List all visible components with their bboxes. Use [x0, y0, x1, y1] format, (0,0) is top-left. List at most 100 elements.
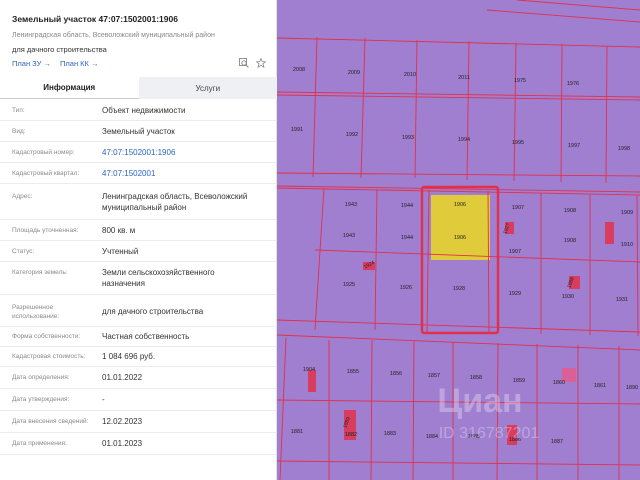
info-panel: Земельный участок 47:07:1502001:1906 Лен… — [0, 0, 277, 480]
info-value: 800 кв. м — [102, 226, 136, 235]
info-label: Разрешенное — [12, 304, 54, 311]
info-label: Площадь уточненная: — [12, 227, 79, 234]
info-row-application-date: Дата применения: 01.01.2023 — [0, 433, 277, 455]
info-label: Кадастровый квартал: — [12, 170, 80, 177]
parcel-title: Земельный участок 47:07:1502001:1906 — [12, 14, 178, 24]
parcel-number-label: 1997 — [568, 143, 580, 149]
info-value: - — [102, 395, 105, 404]
info-value: 1 084 696 руб. — [102, 352, 156, 361]
info-row-kind: Вид: Земельный участок — [0, 121, 277, 142]
info-label: Дата определения: — [12, 374, 70, 381]
info-label: Адрес: — [12, 193, 33, 200]
info-label: Категория земель: — [12, 269, 68, 276]
info-label: Статус: — [12, 248, 35, 255]
parcel-number-label: 1994 — [458, 137, 470, 143]
parcel-number-label: 1883 — [384, 431, 396, 437]
plan-kk-link[interactable]: План КК → — [60, 59, 99, 68]
info-value: 01.01.2022 — [102, 373, 143, 382]
info-row-cadastral-number: Кадастровый номер: 47:07:1502001:1906 — [0, 142, 277, 163]
tab-info[interactable]: Информация — [0, 77, 139, 99]
info-row-entry-date: Дата внесения сведений: 12.02.2023 — [0, 411, 277, 433]
parcel-number-label: 1906 — [454, 235, 466, 241]
info-label: Кадастровый номер: — [12, 149, 75, 156]
parcel-number-label: 1904 — [303, 367, 315, 373]
cadastral-quarter-link[interactable]: 47:07:1502001 — [102, 168, 155, 179]
parcel-number-label: 1928 — [453, 286, 465, 292]
parcel-number-label: 1856 — [390, 371, 402, 377]
parcel-purpose: для дачного строительства — [12, 45, 107, 54]
info-value-cont: муниципальный район — [102, 203, 187, 212]
parcel-number-label: 2010 — [404, 72, 416, 78]
parcel-number-label: 1908 — [564, 238, 576, 244]
tab-bar: Информация Услуги — [0, 77, 277, 99]
lot-marker — [308, 370, 316, 392]
parcel-number-label: 1907 — [512, 205, 524, 211]
info-row-address: Адрес: Ленинградская область, Всеволожск… — [0, 184, 277, 220]
cadastral-map[interactable]: 2008 2009 2010 2011 1975 1976 1991 1992 1993 1994… — [277, 0, 640, 480]
parcel-number-label: 1884 — [426, 434, 438, 440]
parcel-number-label: 1943 — [343, 233, 355, 239]
watermark-id: ID 316787201 — [439, 425, 540, 442]
info-value: Объект недвижимости — [102, 106, 186, 115]
parcel-number-label: 2008 — [293, 67, 305, 73]
star-icon[interactable] — [256, 58, 266, 68]
info-label: Дата утверждения: — [12, 396, 70, 403]
parcel-number-label: 1890 — [626, 385, 638, 391]
info-row-cadastral-value: Кадастровая стоимость: 1 084 696 руб. — [0, 347, 277, 367]
parcel-number-label: 1993 — [402, 135, 414, 141]
info-row-type: Тип: Объект недвижимости — [0, 100, 277, 121]
parcel-number-label: 1925 — [343, 282, 355, 288]
info-label: Дата применения: — [12, 440, 67, 447]
info-row-permitted-use: Разрешенное использование: для дачного с… — [0, 295, 277, 327]
zoom-to-icon[interactable] — [239, 58, 249, 68]
parcel-number-label: 1909 — [621, 210, 633, 216]
parcel-number-label: 1929 — [509, 291, 521, 297]
parcel-number-label: 1858 — [470, 375, 482, 381]
info-label-cont: использование: — [12, 313, 60, 320]
parcel-number-label: 1975 — [514, 78, 526, 84]
parcel-number-label: 1861 — [594, 383, 606, 389]
info-value: 12.02.2023 — [102, 417, 143, 426]
info-row-determination-date: Дата определения: 01.01.2022 — [0, 367, 277, 389]
info-label: Тип: — [12, 107, 25, 114]
parcel-number-label: 2011 — [458, 75, 470, 81]
info-row-area: Площадь уточненная: 800 кв. м — [0, 220, 277, 241]
info-value: Земли сельскохозяйственного — [102, 268, 215, 277]
parcel-number-label: 1908 — [564, 208, 576, 214]
parcel-number-label: 2009 — [348, 70, 360, 76]
parcel-number-label: 1991 — [291, 127, 303, 133]
info-value: Ленинградская область, Всеволожский — [102, 192, 248, 201]
info-row-land-category: Категория земель: Земли сельскохозяйстве… — [0, 262, 277, 295]
parcel-number-label: 1943 — [345, 202, 357, 208]
parcel-number-label: 1976 — [567, 81, 579, 87]
info-row-ownership: Форма собственности: Частная собственнос… — [0, 327, 277, 347]
info-row-approval-date: Дата утверждения: - — [0, 389, 277, 411]
info-value: Учтенный — [102, 247, 139, 256]
tab-services[interactable]: Услуги — [138, 77, 277, 99]
parcel-number-label: 1857 — [428, 373, 440, 379]
parcel-subtitle: Ленинградская область, Всеволожский муни… — [12, 32, 215, 39]
info-row-cadastral-quarter: Кадастровый квартал: 47:07:1502001 — [0, 163, 277, 184]
info-value: Земельный участок — [102, 127, 175, 136]
parcel-number-label: 1992 — [346, 132, 358, 138]
info-value: 01.01.2023 — [102, 439, 143, 448]
parcel-number-label: 1944 — [401, 235, 413, 241]
lot-marker — [605, 222, 614, 244]
parcel-number-label: 1881 — [291, 429, 303, 435]
info-value-cont: назначения — [102, 279, 145, 288]
info-value: Частная собственность — [102, 332, 190, 341]
parcel-number-label: 1926 — [400, 285, 412, 291]
parcel-number-label: 1944 — [401, 203, 413, 209]
parcel-number-label: 1860 — [553, 380, 565, 386]
cadastral-number-link[interactable]: 47:07:1502001:1906 — [102, 147, 175, 158]
info-row-status: Статус: Учтенный — [0, 241, 277, 262]
plan-zu-link[interactable]: План ЗУ → — [12, 59, 51, 68]
parcel-number-label: 1906 — [454, 202, 466, 208]
map-canvas[interactable]: 2008 2009 2010 2011 1975 1976 1991 1992 1993 1994… — [277, 0, 640, 480]
watermark-text: Циан — [437, 382, 522, 420]
parcel-number-label: 1910 — [621, 242, 633, 248]
parcel-number-label: 1995 — [512, 140, 524, 146]
info-label: Вид: — [12, 128, 26, 135]
parcel-number-label: 1887 — [551, 439, 563, 445]
info-label: Дата внесения сведений: — [12, 418, 89, 425]
